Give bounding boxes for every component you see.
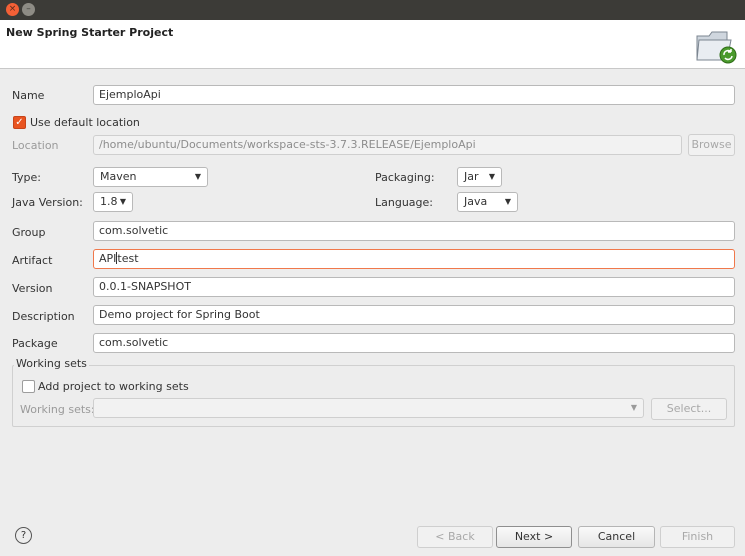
add-to-working-sets-checkbox[interactable] <box>22 380 35 393</box>
language-label: Language: <box>375 196 433 209</box>
type-select[interactable]: Maven ▼ <box>93 167 208 187</box>
language-select[interactable]: Java ▼ <box>457 192 518 212</box>
java-version-select[interactable]: 1.8 ▼ <box>93 192 133 212</box>
window-titlebar: × – <box>0 0 745 20</box>
packaging-label: Packaging: <box>375 171 435 184</box>
java-version-select-value: 1.8 <box>100 195 118 208</box>
java-version-label: Java Version: <box>12 196 83 209</box>
chevron-down-icon: ▼ <box>630 403 637 412</box>
finish-button[interactable]: Finish <box>660 526 735 548</box>
chevron-down-icon: ▼ <box>194 172 201 181</box>
language-select-value: Java <box>464 195 488 208</box>
browse-button[interactable]: Browse <box>688 134 735 156</box>
name-input[interactable]: EjemploApi <box>93 85 735 105</box>
location-input[interactable]: /home/ubuntu/Documents/workspace-sts-3.7… <box>93 135 682 155</box>
location-label: Location <box>12 139 59 152</box>
working-sets-label: Working sets: <box>20 403 95 416</box>
artifact-label: Artifact <box>12 254 53 267</box>
packaging-select[interactable]: Jar ▼ <box>457 167 502 187</box>
folder-refresh-icon <box>695 26 739 66</box>
type-select-value: Maven <box>100 170 137 183</box>
working-sets-title: Working sets <box>14 357 89 370</box>
cancel-button[interactable]: Cancel <box>578 526 655 548</box>
version-input[interactable]: 0.0.1-SNAPSHOT <box>93 277 735 297</box>
description-input[interactable]: Demo project for Spring Boot <box>93 305 735 325</box>
working-sets-select[interactable]: ▼ <box>93 398 644 418</box>
add-to-working-sets-label: Add project to working sets <box>38 380 189 393</box>
select-working-sets-button[interactable]: Select... <box>651 398 727 420</box>
use-default-location-checkbox[interactable]: ✓ <box>13 116 26 129</box>
group-input[interactable]: com.solvetic <box>93 221 735 241</box>
package-input[interactable]: com.solvetic <box>93 333 735 353</box>
chevron-down-icon: ▼ <box>119 197 126 206</box>
packaging-select-value: Jar <box>464 170 479 183</box>
version-label: Version <box>12 282 53 295</box>
chevron-down-icon: ▼ <box>488 172 495 181</box>
next-button[interactable]: Next > <box>496 526 572 548</box>
help-icon[interactable]: ? <box>15 527 32 544</box>
type-label: Type: <box>12 171 41 184</box>
wizard-banner: New Spring Starter Project <box>0 20 745 69</box>
window-close-button[interactable]: × <box>6 3 19 16</box>
description-label: Description <box>12 310 75 323</box>
back-button[interactable]: < Back <box>417 526 493 548</box>
chevron-down-icon: ▼ <box>504 197 511 206</box>
artifact-input[interactable]: APItest <box>93 249 735 269</box>
name-label: Name <box>12 89 45 102</box>
wizard-title: New Spring Starter Project <box>6 26 174 39</box>
artifact-text-before: API <box>99 252 117 265</box>
package-label: Package <box>12 337 58 350</box>
group-label: Group <box>12 226 46 239</box>
use-default-location-label: Use default location <box>30 116 140 129</box>
window-minimize-button[interactable]: – <box>22 3 35 16</box>
artifact-text-after: test <box>117 252 139 265</box>
